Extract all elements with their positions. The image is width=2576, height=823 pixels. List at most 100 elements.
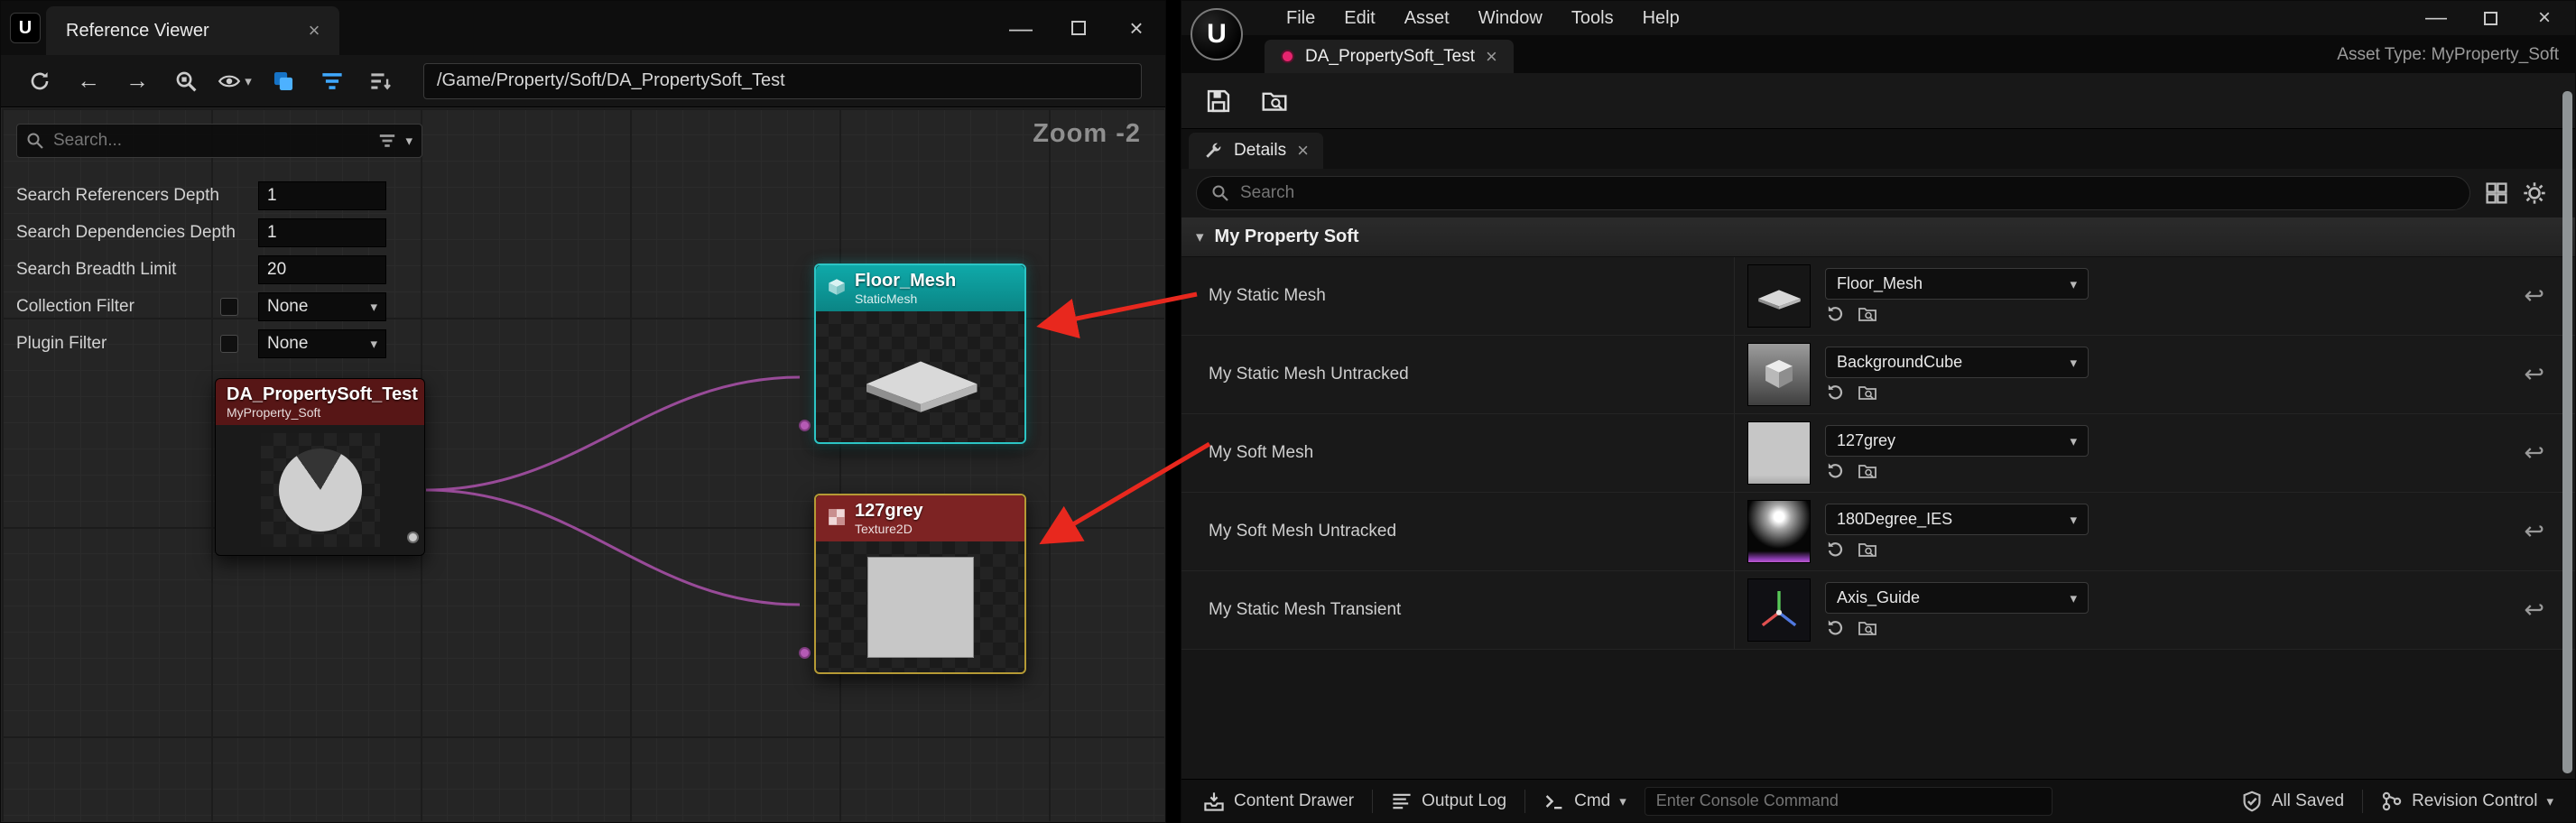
content-drawer-button[interactable]: Content Drawer bbox=[1196, 780, 1361, 823]
console-icon bbox=[1543, 791, 1565, 812]
asset-picker-dropdown[interactable]: BackgroundCube ▾ bbox=[1825, 347, 2089, 378]
graph-node-texture[interactable]: 127grey Texture2D bbox=[814, 494, 1026, 674]
reset-to-default-button[interactable]: ↩ bbox=[2524, 361, 2544, 389]
browse-to-asset-icon[interactable] bbox=[1858, 540, 1877, 559]
browse-to-asset-icon[interactable] bbox=[1858, 304, 1877, 324]
gear-icon[interactable] bbox=[2523, 181, 2546, 205]
console-command-box[interactable] bbox=[1645, 787, 2052, 816]
asset-picker-dropdown[interactable]: 127grey ▾ bbox=[1825, 425, 2089, 457]
graph-node-floor-mesh[interactable]: Floor_Mesh StaticMesh bbox=[814, 264, 1026, 444]
use-selected-asset-icon[interactable] bbox=[1825, 540, 1845, 559]
asset-thumbnail[interactable] bbox=[1747, 264, 1811, 328]
minimize-button[interactable]: — bbox=[2409, 1, 2463, 35]
save-status-indicator[interactable]: All Saved bbox=[2234, 780, 2351, 823]
reset-to-default-button[interactable]: ↩ bbox=[2524, 518, 2544, 546]
browse-to-asset-icon[interactable] bbox=[1858, 461, 1877, 481]
reset-to-default-button[interactable]: ↩ bbox=[2524, 596, 2544, 624]
use-selected-asset-icon[interactable] bbox=[1825, 383, 1845, 402]
asset-path-field[interactable]: /Game/Property/Soft/DA_PropertySoft_Test bbox=[423, 63, 1142, 99]
property-row-my-soft-mesh: My Soft Mesh 127grey ▾ ↩ bbox=[1181, 414, 2575, 493]
details-scrollbar[interactable] bbox=[2562, 91, 2572, 773]
asset-tab-label: DA_PropertySoft_Test bbox=[1305, 47, 1475, 67]
asset-tab[interactable]: DA_PropertySoft_Test × bbox=[1265, 40, 1514, 73]
console-command-input[interactable] bbox=[1656, 791, 2041, 810]
close-button[interactable]: × bbox=[2517, 1, 2571, 35]
details-search-box[interactable] bbox=[1196, 176, 2470, 210]
menu-window[interactable]: Window bbox=[1464, 1, 1557, 35]
refresh-button[interactable] bbox=[19, 61, 60, 101]
close-icon[interactable]: × bbox=[1297, 141, 1309, 161]
cmd-dropdown[interactable]: Cmd ▾ bbox=[1536, 780, 1634, 823]
asset-picker-dropdown[interactable]: Floor_Mesh ▾ bbox=[1825, 268, 2089, 300]
save-button[interactable] bbox=[1198, 81, 1239, 121]
browse-to-asset-icon[interactable] bbox=[1858, 383, 1877, 402]
menu-help[interactable]: Help bbox=[1628, 1, 1694, 35]
reset-to-default-button[interactable]: ↩ bbox=[2524, 282, 2544, 310]
close-icon[interactable]: × bbox=[309, 21, 320, 41]
close-icon[interactable]: × bbox=[1486, 47, 1497, 67]
graph-search-input[interactable] bbox=[53, 131, 369, 151]
reference-viewer-tab[interactable]: Reference Viewer × bbox=[46, 6, 339, 55]
chevron-down-icon[interactable]: ▾ bbox=[405, 133, 412, 149]
find-in-graph-button[interactable] bbox=[165, 61, 207, 101]
menu-tools[interactable]: Tools bbox=[1557, 1, 1628, 35]
duplicate-filter-toggle[interactable] bbox=[263, 61, 304, 101]
plugin-filter-dropdown[interactable]: None ▾ bbox=[258, 329, 386, 358]
details-search-input[interactable] bbox=[1240, 183, 2455, 203]
reset-to-default-button[interactable]: ↩ bbox=[2524, 439, 2544, 467]
chevron-down-icon: ▾ bbox=[1619, 793, 1626, 809]
property-label: My Soft Mesh Untracked bbox=[1181, 522, 1734, 541]
collection-filter-dropdown[interactable]: None ▾ bbox=[258, 292, 386, 321]
node-subtitle: MyProperty_Soft bbox=[227, 405, 418, 420]
asset-picker-dropdown[interactable]: Axis_Guide ▾ bbox=[1825, 582, 2089, 614]
breadth-limit-input[interactable] bbox=[258, 255, 386, 284]
maximize-button[interactable] bbox=[1050, 1, 1107, 55]
referencers-depth-input[interactable] bbox=[258, 181, 386, 210]
forward-button[interactable]: → bbox=[116, 61, 158, 101]
close-button[interactable]: × bbox=[1107, 1, 1165, 55]
display-options-grid-icon[interactable] bbox=[2485, 181, 2508, 205]
asset-thumbnail[interactable] bbox=[1747, 421, 1811, 485]
graph-node-source[interactable]: DA_PropertySoft_Test MyProperty_Soft bbox=[215, 378, 425, 556]
menu-file[interactable]: File bbox=[1272, 1, 1330, 35]
details-rows: My Static Mesh Floor_Mesh ▾ ↩ bbox=[1181, 257, 2575, 650]
sort-options-button[interactable] bbox=[360, 61, 402, 101]
use-selected-asset-icon[interactable] bbox=[1825, 618, 1845, 638]
browse-to-asset-icon[interactable] bbox=[1858, 618, 1877, 638]
input-pin[interactable] bbox=[799, 420, 811, 431]
details-tab[interactable]: Details × bbox=[1189, 133, 1323, 169]
output-log-icon bbox=[1391, 791, 1413, 812]
chevron-down-icon: ▾ bbox=[245, 73, 252, 89]
plugin-filter-checkbox[interactable] bbox=[220, 335, 238, 353]
asset-thumbnail[interactable] bbox=[1747, 500, 1811, 563]
use-selected-asset-icon[interactable] bbox=[1825, 304, 1845, 324]
maximize-icon bbox=[2484, 12, 2497, 25]
maximize-button[interactable] bbox=[2463, 1, 2517, 35]
reference-graph-canvas[interactable]: Zoom -2 ▾ Search Referencers Depth Searc… bbox=[2, 108, 1164, 821]
setting-label: Search Referencers Depth bbox=[16, 186, 219, 206]
browse-to-asset-button[interactable] bbox=[1254, 81, 1295, 121]
dependencies-depth-input[interactable] bbox=[258, 218, 386, 247]
property-row-my-static-mesh-transient: My Static Mesh Transient Axis_Guide ▾ ↩ bbox=[1181, 571, 2575, 650]
chevron-down-icon: ▾ bbox=[2546, 793, 2553, 809]
collection-filter-checkbox[interactable] bbox=[220, 298, 238, 316]
visibility-dropdown[interactable]: ▾ bbox=[214, 61, 255, 101]
back-button[interactable]: ← bbox=[68, 61, 109, 101]
chevron-down-icon: ▾ bbox=[2070, 512, 2077, 528]
category-header-my-property-soft[interactable]: ▾ My Property Soft bbox=[1181, 217, 2575, 257]
revision-control-dropdown[interactable]: Revision Control ▾ bbox=[2374, 780, 2561, 823]
minimize-button[interactable]: — bbox=[992, 1, 1050, 55]
menu-asset[interactable]: Asset bbox=[1390, 1, 1464, 35]
output-pin[interactable] bbox=[407, 532, 419, 543]
input-pin[interactable] bbox=[799, 647, 811, 659]
asset-thumbnail[interactable] bbox=[1747, 578, 1811, 642]
asset-thumbnail[interactable] bbox=[1747, 343, 1811, 406]
output-log-button[interactable]: Output Log bbox=[1384, 780, 1514, 823]
filters-toggle[interactable] bbox=[311, 61, 353, 101]
unreal-logo-icon[interactable]: U bbox=[1191, 8, 1243, 60]
use-selected-asset-icon[interactable] bbox=[1825, 461, 1845, 481]
menu-bar: File Edit Asset Window Tools Help — × bbox=[1181, 1, 2575, 35]
menu-edit[interactable]: Edit bbox=[1330, 1, 1389, 35]
graph-search-box[interactable]: ▾ bbox=[16, 124, 422, 158]
asset-picker-dropdown[interactable]: 180Degree_IES ▾ bbox=[1825, 504, 2089, 535]
